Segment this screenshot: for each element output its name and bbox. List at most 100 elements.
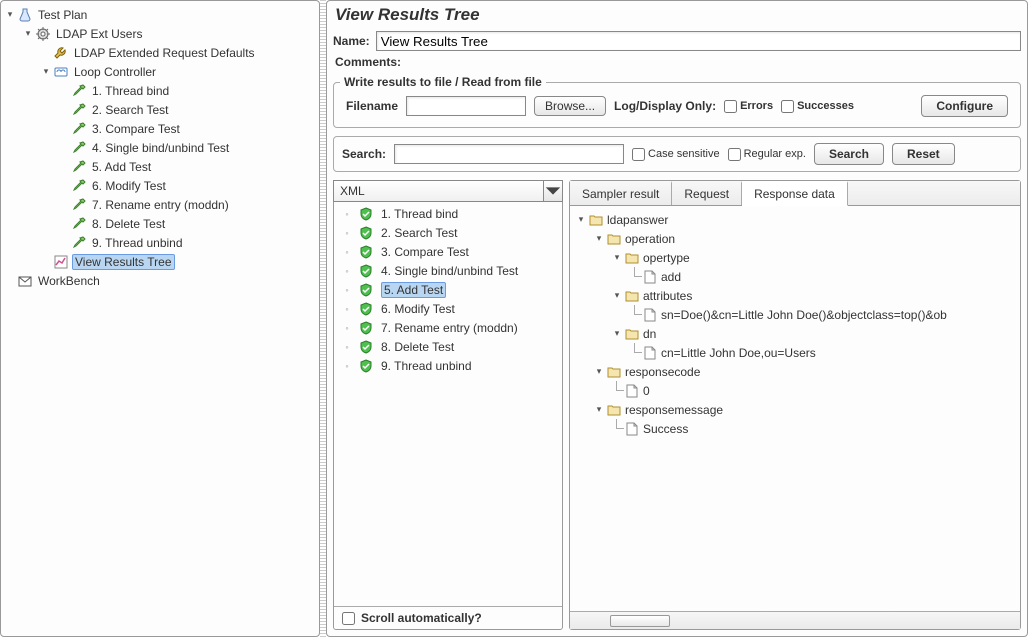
tree-label: View Results Tree [72,254,175,270]
response-node[interactable]: Success [572,419,1018,438]
file-fieldset-legend: Write results to file / Read from file [340,75,546,89]
result-item[interactable]: ◦4. Single bind/unbind Test [334,261,562,280]
tab-sampler-result[interactable]: Sampler result [570,181,672,205]
result-item[interactable]: ◦ 2. Search Test [334,223,562,242]
result-item[interactable]: ◦8. Delete Test [334,337,562,356]
tree-item[interactable]: WorkBench [1,271,319,290]
folder-icon [606,364,622,380]
response-node[interactable]: ▾responsemessage [572,400,1018,419]
toggle-icon[interactable]: ▾ [594,405,604,415]
toggle-icon[interactable]: ◦ [342,285,352,295]
tree-item[interactable]: 1. Thread bind [1,81,319,100]
response-node[interactable]: cn=Little John Doe,ou=Users [572,343,1018,362]
chevron-down-icon[interactable] [544,181,562,201]
configure-button[interactable]: Configure [921,95,1008,117]
errors-checkbox[interactable] [724,100,737,113]
result-item[interactable]: ◦1. Thread bind [334,204,562,223]
tree-item[interactable]: 9. Thread unbind [1,233,319,252]
browse-button[interactable]: Browse... [534,96,606,116]
tree-item[interactable]: ▾Test Plan [1,5,319,24]
tree-label: 5. Add Test [90,159,153,175]
tree-item[interactable]: LDAP Extended Request Defaults [1,43,319,62]
tree-label: 9. Thread unbind [90,235,185,251]
response-node[interactable]: ▾attributes [572,286,1018,305]
case-sensitive-checkbox[interactable] [632,148,645,161]
response-node[interactable]: 0 [572,381,1018,400]
tree-item[interactable]: 5. Add Test [1,157,319,176]
test-plan-tree[interactable]: ▾Test Plan▾LDAP Ext UsersLDAP Extended R… [0,0,320,637]
folder-icon [624,250,640,266]
toggle-icon[interactable]: ◦ [342,361,352,371]
pipette-icon [71,102,87,118]
tab-request[interactable]: Request [672,181,742,205]
toggle-icon[interactable]: ◦ [342,247,352,257]
toggle-icon[interactable]: ▾ [576,215,586,225]
regex-checkbox[interactable] [728,148,741,161]
tree-item[interactable]: 2. Search Test [1,100,319,119]
renderer-combo[interactable]: XML [333,180,563,202]
toggle-icon[interactable]: ◦ [342,209,352,219]
toggle-icon[interactable]: ▾ [594,234,604,244]
tree-item[interactable]: ▾LDAP Ext Users [1,24,319,43]
toggle-icon[interactable]: ◦ [342,228,352,238]
toggle-icon[interactable]: ▾ [23,29,33,39]
scroll-auto-checkbox[interactable] [342,612,355,625]
shield-icon [358,301,374,317]
chart-icon [53,254,69,270]
response-tree[interactable]: ▾ldapanswer▾operation▾opertypeadd▾attrib… [570,206,1020,611]
toggle-icon[interactable]: ▾ [594,367,604,377]
result-item[interactable]: ◦7. Rename entry (moddn) [334,318,562,337]
result-label: 9. Thread unbind [381,359,472,373]
search-button[interactable]: Search [814,143,884,165]
comments-label: Comments: [327,53,1027,71]
successes-checkbox[interactable] [781,100,794,113]
pipette-icon [71,121,87,137]
result-item[interactable]: ◦3. Compare Test [334,242,562,261]
result-item[interactable]: ◦6. Modify Test [334,299,562,318]
tree-item[interactable]: 7. Rename entry (moddn) [1,195,319,214]
toggle-icon[interactable]: ▾ [5,10,15,20]
response-label: ldapanswer [607,213,668,227]
response-node[interactable]: ▾ ldapanswer [572,210,1018,229]
toggle-icon[interactable]: ▾ [612,253,622,263]
result-item[interactable]: ◦ 5. Add Test [334,280,562,299]
toggle-icon[interactable]: ▾ [612,291,622,301]
response-node[interactable]: ▾opertype [572,248,1018,267]
scrollbar-thumb[interactable] [610,615,670,627]
response-node[interactable]: ▾responsecode [572,362,1018,381]
tree-item[interactable]: 3. Compare Test [1,119,319,138]
search-label: Search: [342,147,386,161]
toggle-icon[interactable]: ◦ [342,342,352,352]
response-node[interactable]: sn=Doe()&cn=Little John Doe()&objectclas… [572,305,1018,324]
name-input[interactable] [376,31,1021,51]
scroll-auto-row: Scroll automatically? [334,606,562,629]
tree-item[interactable]: 8. Delete Test [1,214,319,233]
toggle-icon[interactable]: ◦ [342,323,352,333]
response-node[interactable]: ▾ dn [572,324,1018,343]
response-node[interactable]: add [572,267,1018,286]
search-bar: Search: Case sensitive Regular exp. Sear… [333,136,1021,172]
response-node[interactable]: ▾operation [572,229,1018,248]
reset-button[interactable]: Reset [892,143,955,165]
result-item[interactable]: ◦ 9. Thread unbind [334,356,562,375]
toggle-icon[interactable]: ◦ [342,266,352,276]
search-input[interactable] [394,144,624,164]
file-fieldset: Write results to file / Read from file F… [333,75,1021,128]
folder-icon [624,326,640,342]
results-list[interactable]: ◦1. Thread bind◦2. Search Test◦3. Compar… [334,202,562,606]
toggle-icon[interactable]: ▾ [612,329,622,339]
tree-item[interactable]: 4. Single bind/unbind Test [1,138,319,157]
shield-icon [358,282,374,298]
tree-item[interactable]: View Results Tree [1,252,319,271]
result-label: 5. Add Test [381,282,446,298]
tree-item[interactable]: 6. Modify Test [1,176,319,195]
tab-response-data[interactable]: Response data [742,181,848,206]
toggle-icon[interactable]: ◦ [342,304,352,314]
workbench-icon [17,273,33,289]
toggle-icon[interactable]: ▾ [41,67,51,77]
result-label: 2. Search Test [381,226,458,240]
tree-item[interactable]: ▾Loop Controller [1,62,319,81]
response-label: dn [643,327,656,341]
horizontal-scrollbar[interactable] [570,611,1020,629]
filename-input[interactable] [406,96,526,116]
